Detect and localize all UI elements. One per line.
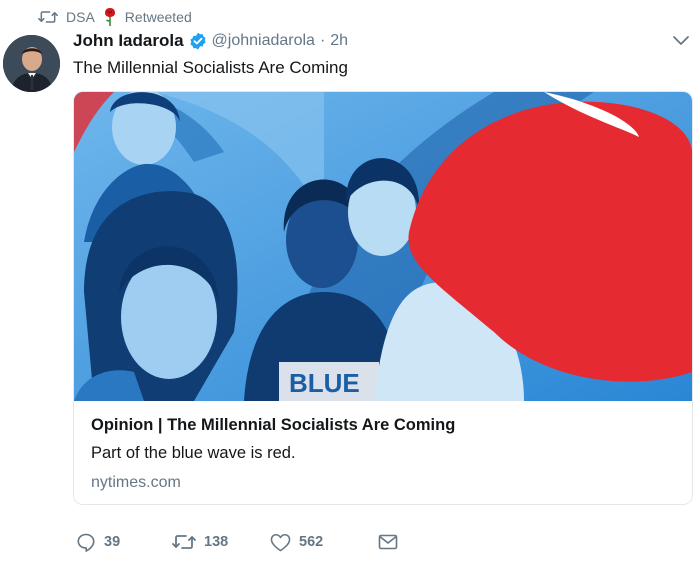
- retweeted-label: Retweeted: [124, 9, 192, 25]
- tweet-text: The Millennial Socialists Are Coming: [73, 58, 348, 77]
- card-description: Part of the blue wave is red.: [91, 444, 296, 462]
- svg-text:BLUE: BLUE: [289, 368, 360, 398]
- verified-badge-icon: [189, 32, 207, 50]
- tweet-time[interactable]: 2h: [330, 32, 348, 50]
- rose-icon: [103, 7, 117, 27]
- envelope-icon: [378, 534, 398, 550]
- author-handle[interactable]: @johniadarola: [212, 32, 315, 50]
- retweet-button[interactable]: 138: [172, 533, 270, 551]
- retweet-icon: [38, 9, 58, 25]
- tweet-header: John Iadarola @johniadarola · 2h: [73, 31, 348, 51]
- retweeter-name[interactable]: DSA: [66, 9, 95, 25]
- reply-icon: [76, 532, 96, 552]
- like-count: 562: [299, 534, 324, 550]
- like-button[interactable]: 562: [270, 533, 378, 552]
- link-card[interactable]: BLUE Opinion | The Millennial Socialists…: [73, 91, 693, 505]
- card-domain: nytimes.com: [91, 474, 181, 491]
- author-name[interactable]: John Iadarola: [73, 31, 184, 51]
- card-title[interactable]: Opinion | The Millennial Socialists Are …: [91, 416, 682, 435]
- separator-dot: ·: [319, 32, 326, 49]
- tweet-actions: 39 138 562: [76, 531, 398, 553]
- chevron-down-icon[interactable]: [672, 34, 690, 46]
- heart-icon: [270, 533, 291, 552]
- reply-count: 39: [104, 534, 121, 550]
- card-body: Opinion | The Millennial Socialists Are …: [91, 416, 682, 492]
- retweet-icon: [172, 533, 196, 551]
- retweet-count: 138: [204, 534, 229, 550]
- reply-button[interactable]: 39: [76, 532, 172, 552]
- retweet-context: DSA Retweeted: [38, 8, 192, 26]
- direct-message-button[interactable]: [378, 534, 398, 550]
- avatar[interactable]: [3, 35, 60, 92]
- card-image[interactable]: BLUE: [74, 92, 692, 401]
